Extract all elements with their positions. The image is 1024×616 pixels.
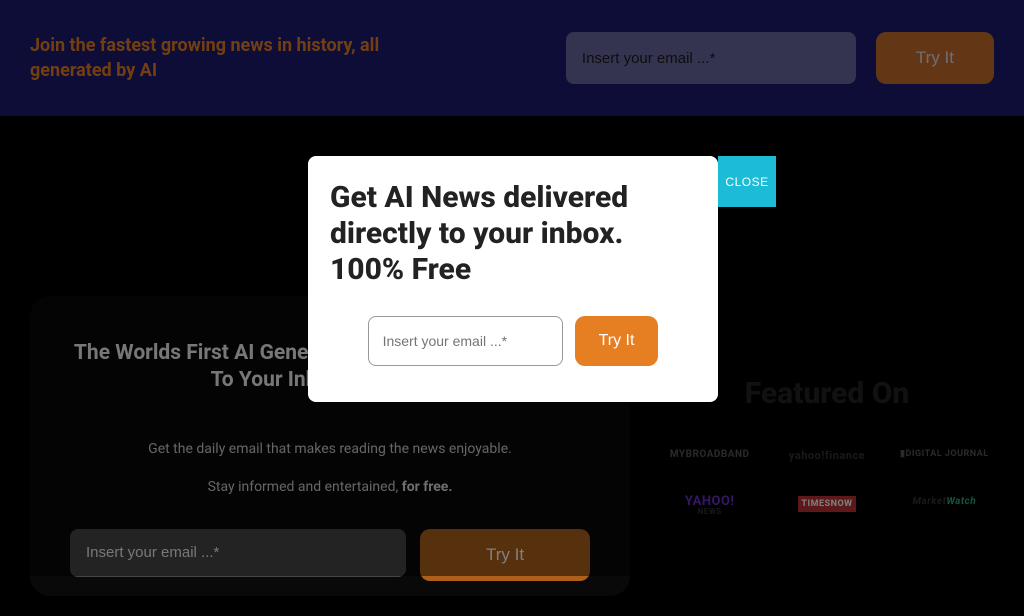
modal-title: Get AI News delivered directly to your i… [330,180,690,288]
hero-subtitle-1: Get the daily email that makes reading t… [70,441,590,457]
close-button[interactable]: CLOSE [718,156,776,207]
modal-form: Try It [330,316,696,366]
logo-yahoo-news: YAHOO!NEWS [660,496,759,515]
banner-headline: Join the fastest growing news in history… [30,33,450,83]
banner-email-input[interactable] [566,32,856,84]
modal-email-input[interactable] [368,316,563,366]
hero-subtitle-2: Stay informed and entertained, for free. [70,479,590,495]
press-logos-grid: MYBROADBAND yahoo!finance ▮DIGITAL JOURN… [660,449,994,515]
hero-tryit-button[interactable]: Try It [420,529,590,581]
logo-digital-journal: ▮DIGITAL JOURNAL [895,449,994,462]
modal-tryit-button[interactable]: Try It [575,316,659,366]
top-signup-banner: Join the fastest growing news in history… [0,0,1024,116]
hero-form: Try It [70,529,590,581]
hero-sub2-bold: for free. [402,479,453,495]
logo-timesnow: TIMESNOW [777,496,876,515]
newsletter-modal: CLOSE Get AI News delivered directly to … [308,156,718,402]
hero-email-input[interactable] [70,529,406,577]
banner-form: Try It [566,32,994,84]
logo-yahoo-finance: yahoo!finance [777,449,876,462]
logo-mybroadband: MYBROADBAND [660,449,759,462]
featured-on-section: Featured On MYBROADBAND yahoo!finance ▮D… [660,376,994,596]
logo-marketwatch: MarketWatch [895,496,994,515]
hero-sub2-prefix: Stay informed and entertained, [208,479,402,495]
banner-tryit-button[interactable]: Try It [876,32,994,84]
